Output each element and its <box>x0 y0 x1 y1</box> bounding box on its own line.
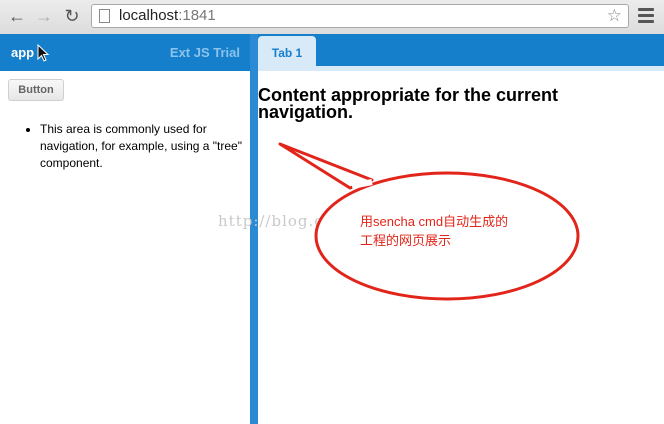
annotation-text: 用sencha cmd自动生成的 工程的网页展示 <box>360 214 509 248</box>
callout-bubble <box>278 142 580 301</box>
